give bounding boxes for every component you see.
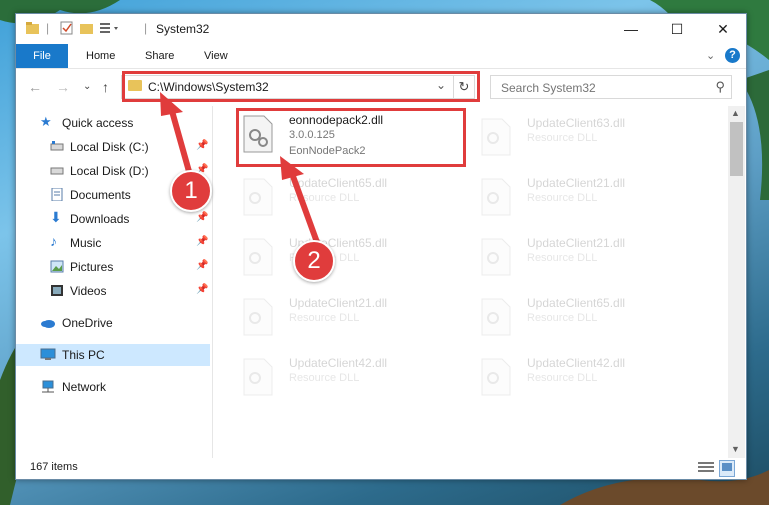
callout-arrows	[160, 92, 321, 247]
callout-badge-1: 1	[170, 170, 212, 212]
callout-badge-2: 2	[293, 240, 335, 282]
